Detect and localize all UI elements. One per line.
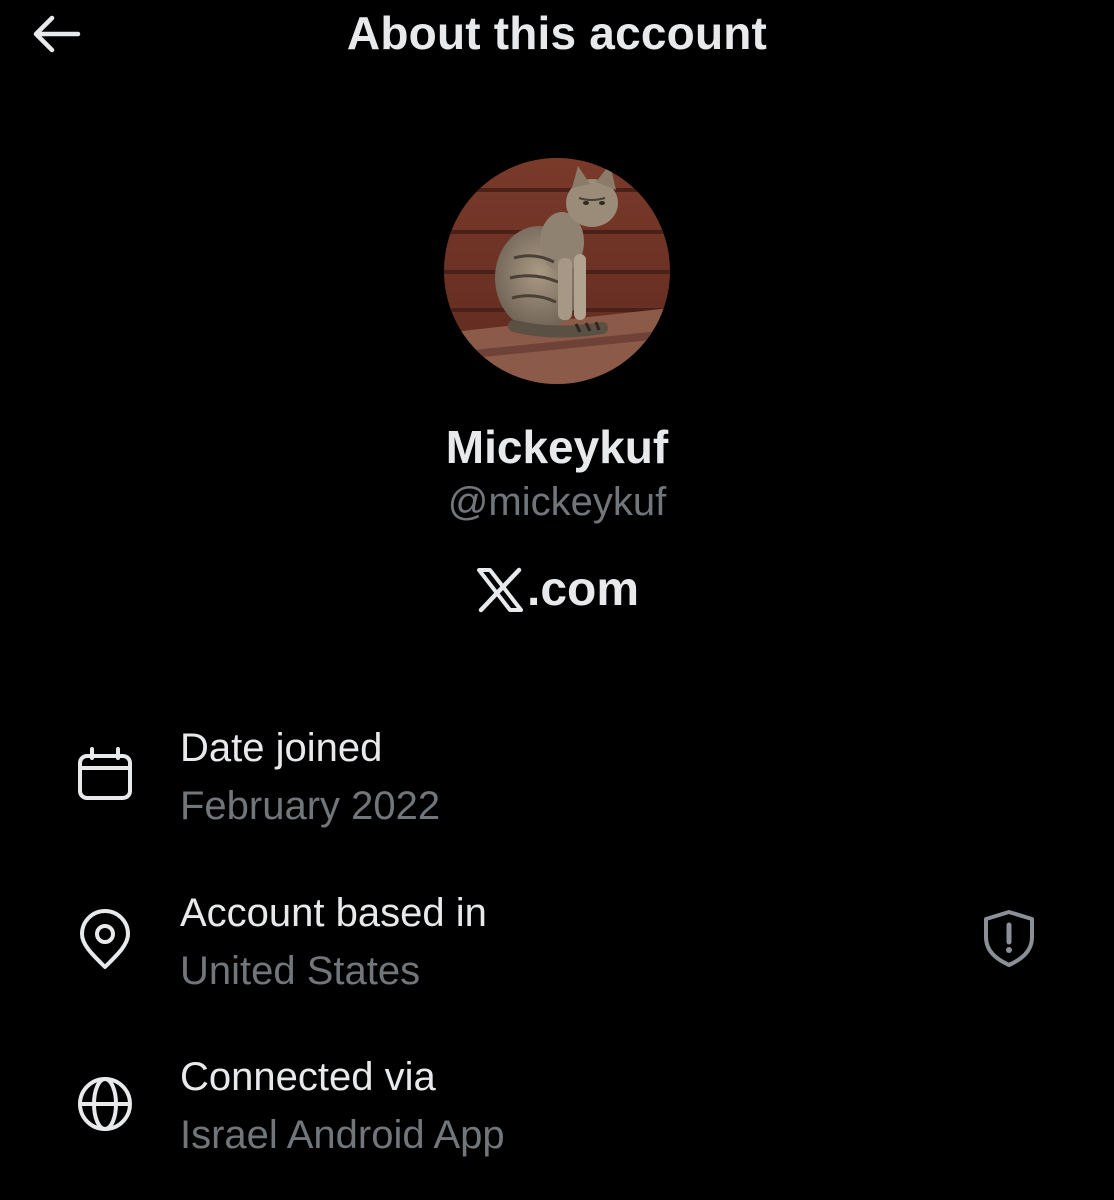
page-title: About this account	[346, 7, 768, 59]
x-logo-icon	[476, 567, 523, 612]
date-joined-label: Date joined	[180, 726, 383, 770]
connected-via-row: Connected via Israel Android App	[0, 1051, 1114, 1161]
account-location-value: United States	[180, 949, 421, 993]
cat-avatar-image	[444, 158, 670, 384]
connected-via-label: Connected via	[180, 1055, 436, 1099]
calendar-icon	[78, 747, 132, 800]
date-joined-row: Date joined February 2022	[0, 722, 1114, 832]
username-handle: @mickeykuf	[447, 480, 667, 524]
platform-brand: .com	[0, 562, 1114, 617]
platform-domain: .com	[526, 563, 640, 616]
location-pin-icon	[80, 909, 130, 969]
header-bar: About this account	[0, 0, 1114, 70]
connected-via-value: Israel Android App	[180, 1113, 505, 1157]
date-joined-value: February 2022	[180, 784, 441, 828]
account-location-row: Account based in United States	[0, 887, 1114, 997]
display-name: Mickeykuf	[445, 421, 669, 473]
account-location-label: Account based in	[180, 891, 487, 935]
avatar[interactable]	[444, 158, 670, 384]
globe-icon	[78, 1077, 132, 1131]
shield-alert-icon[interactable]	[978, 907, 1040, 969]
